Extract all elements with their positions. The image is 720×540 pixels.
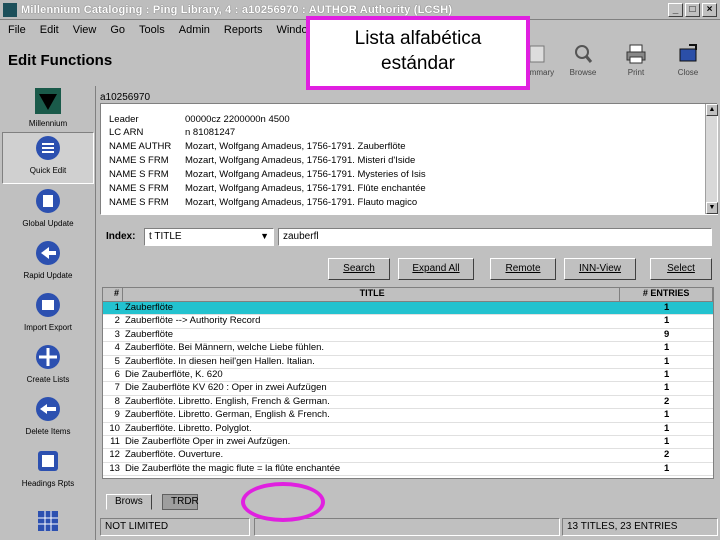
menu-go[interactable]: Go [110, 24, 125, 36]
scroll-up-icon[interactable]: ▲ [706, 104, 718, 116]
index-select[interactable]: t TITLE ▼ [144, 228, 274, 246]
close-window-button[interactable]: × [702, 3, 717, 17]
col-entries-header[interactable]: # ENTRIES [620, 288, 714, 301]
sidebar: Millennium Quick Edit Global Update Rapi… [2, 86, 96, 540]
minimize-button[interactable]: _ [668, 3, 683, 17]
col-number-header[interactable]: # [103, 288, 123, 301]
sidebar-item-headings-reports[interactable]: Headings Rpts [2, 446, 94, 498]
select-button[interactable]: Select [650, 258, 712, 280]
millennium-logo-icon [35, 88, 61, 114]
create-lists-icon [36, 345, 60, 369]
quick-edit-icon [36, 136, 60, 160]
results-header: # TITLE # ENTRIES [103, 288, 714, 302]
remote-button[interactable]: Remote [490, 258, 556, 280]
marc-field-row[interactable]: NAME S FRM Mozart, Wolfgang Amadeus, 1756… [109, 155, 415, 168]
app-logo-icon [3, 2, 17, 17]
callout-line-2: estándar [381, 53, 455, 74]
scroll-down-icon[interactable]: ▼ [706, 202, 718, 214]
sidebar-item-quick-edit[interactable]: Quick Edit [2, 132, 94, 184]
table-row[interactable]: 2 Zauberflöte --> Authority Record 1 [103, 315, 713, 329]
maximize-button[interactable]: □ [685, 3, 700, 17]
table-row[interactable]: 3 Zauberflöte 9 [103, 329, 713, 343]
table-row[interactable]: 9 Zauberflöte. Libretto. German, English … [103, 409, 713, 423]
annotation-callout: Lista alfabética estándar [306, 16, 530, 90]
search-button[interactable]: Search [328, 258, 390, 280]
table-row[interactable]: 5 Zauberflöte. In diesen heil'gen Hallen.… [103, 356, 713, 369]
browse-button[interactable]: Browse [560, 42, 606, 84]
toolbar-title: Edit Functions [8, 52, 113, 69]
close-button[interactable]: Close [665, 42, 711, 84]
expand-all-button[interactable]: Expand All [398, 258, 474, 280]
results-table: # TITLE # ENTRIES 1 Zauberflöte 1 2 Zauberf… [102, 287, 714, 479]
marc-field-row[interactable]: NAME S FRM Mozart, Wolfgang Amadeus, 1756… [109, 197, 417, 210]
table-row[interactable]: 11 Die Zauberflöte Oper in zwei Aufzügen.… [103, 436, 713, 450]
tab-browse[interactable]: Brows [106, 494, 152, 510]
global-update-icon [36, 189, 60, 213]
index-label: Index: [106, 231, 136, 242]
close-folder-icon [679, 44, 697, 62]
sidebar-item-import-export[interactable]: Import Export [2, 290, 94, 342]
record-number: a10256970 [100, 92, 151, 103]
marc-record-pane: Leader 00000cz 2200000n 4500 LC ARN n 8108… [100, 103, 718, 215]
menu-file[interactable]: File [8, 24, 26, 36]
sidebar-item-millennium[interactable]: Millennium [2, 86, 94, 138]
marc-field-row[interactable]: LC ARN n 81081247 [109, 127, 235, 140]
status-count: 13 TITLES, 23 ENTRIES [562, 518, 718, 536]
table-row[interactable]: 1 Zauberflöte 1 [103, 302, 713, 316]
table-row[interactable]: 8 Zauberflöte. Libretto. English, French … [103, 396, 713, 410]
col-title-header[interactable]: TITLE [123, 288, 621, 301]
menu-view[interactable]: View [73, 24, 97, 36]
view-tabs: Brows TRDR [100, 494, 718, 512]
rapid-update-icon [36, 241, 60, 265]
magnifier-icon [575, 45, 593, 63]
sidebar-item-rapid-update[interactable]: Rapid Update [2, 238, 94, 290]
status-bar: NOT LIMITED 13 TITLES, 23 ENTRIES [100, 516, 720, 538]
status-middle [254, 518, 560, 536]
marc-field-row[interactable]: NAME S FRM Mozart, Wolfgang Amadeus, 1756… [109, 183, 426, 196]
delete-items-icon [36, 397, 60, 421]
tab-trdr[interactable]: TRDR [162, 494, 199, 510]
window-title: Millennium Cataloging : Ping Library, 4 … [21, 3, 453, 16]
search-input[interactable]: zauberfl [278, 228, 712, 246]
menu-admin[interactable]: Admin [179, 24, 210, 36]
import-export-icon [36, 293, 60, 317]
sidebar-item-more[interactable] [2, 506, 94, 536]
chevron-down-icon: ▼ [260, 231, 269, 241]
annotation-ellipse [241, 482, 325, 522]
table-row[interactable]: 7 Die Zauberflöte KV 620 : Oper in zwei A… [103, 382, 713, 396]
table-row[interactable]: 12 Zauberflöte. Ouverture. 2 [103, 449, 713, 463]
table-row[interactable]: 6 Die Zauberflöte, K. 620 1 [103, 369, 713, 383]
marc-field-row[interactable]: NAME AUTHR Mozart, Wolfgang Amadeus, 1756… [109, 141, 406, 154]
action-buttons: Search Expand All Remote INN-View Select [100, 256, 718, 284]
table-row[interactable]: 10 Zauberflöte. Libretto. Polyglot. 1 [103, 423, 713, 436]
printer-icon [626, 44, 646, 64]
inn-view-button[interactable]: INN-View [564, 258, 636, 280]
status-limit: NOT LIMITED [100, 518, 250, 536]
print-button[interactable]: Print [613, 42, 659, 84]
marc-scrollbar[interactable]: ▲ ▼ [705, 104, 718, 214]
sidebar-item-create-lists[interactable]: Create Lists [2, 342, 94, 394]
index-bar: Index: t TITLE ▼ zauberfl [100, 218, 718, 254]
table-row[interactable]: 13 Die Zauberflöte the magic flute = la f… [103, 463, 713, 477]
callout-line-1: Lista alfabética [354, 28, 482, 49]
menu-reports[interactable]: Reports [224, 24, 263, 36]
sidebar-item-delete-items[interactable]: Delete Items [2, 394, 94, 446]
marc-field-row[interactable]: Leader 00000cz 2200000n 4500 [109, 114, 290, 127]
marc-field-row[interactable]: NAME S FRM Mozart, Wolfgang Amadeus, 1756… [109, 169, 426, 182]
menu-edit[interactable]: Edit [40, 24, 59, 36]
sidebar-item-global-update[interactable]: Global Update [2, 186, 94, 238]
menu-tools[interactable]: Tools [139, 24, 165, 36]
grid-icon [38, 511, 58, 531]
headings-reports-icon [38, 451, 58, 471]
table-row[interactable]: 4 Zauberflöte. Bei Männern, welche Liebe … [103, 342, 713, 356]
